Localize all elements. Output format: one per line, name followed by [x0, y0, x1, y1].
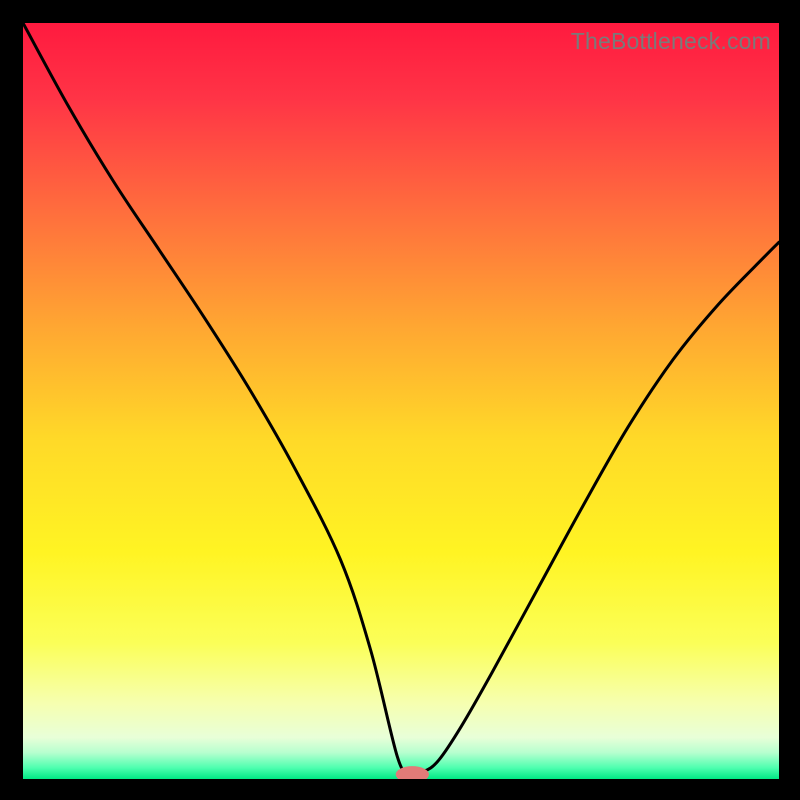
watermark-text: TheBottleneck.com	[571, 28, 771, 55]
bottleneck-chart	[23, 23, 779, 779]
gradient-background	[23, 23, 779, 779]
chart-frame: TheBottleneck.com	[23, 23, 779, 779]
